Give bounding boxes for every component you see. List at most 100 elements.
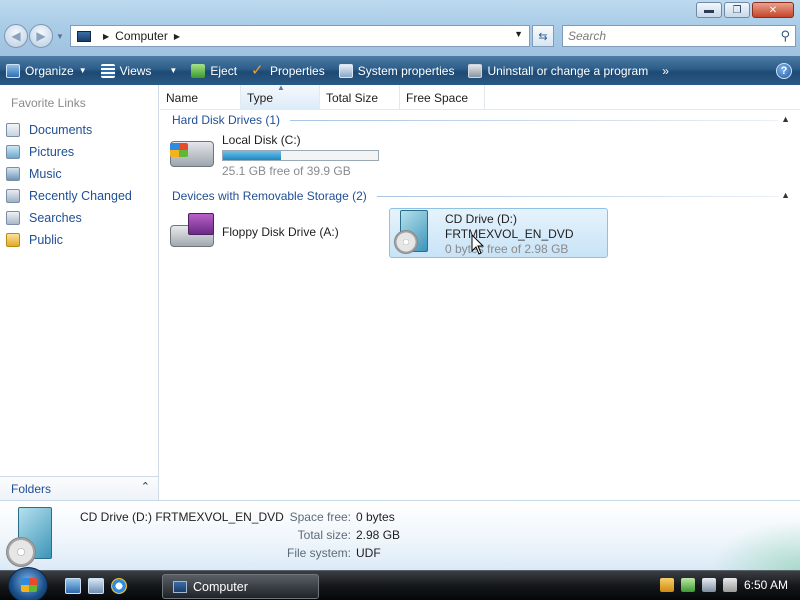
organize-label: Organize [25,63,74,78]
search-input[interactable]: Search ⚲ [562,25,796,47]
security-shield-icon[interactable] [659,578,674,592]
music-icon [6,167,20,181]
search-icon[interactable]: ⚲ [780,28,790,44]
group-header-hard-disk-drives[interactable]: Hard Disk Drives (1) ▲ [172,113,792,127]
uninstall-program-button[interactable]: Uninstall or change a program [468,63,649,78]
drive-free-space: 25.1 GB free of 39.9 GB [222,164,351,178]
details-pane: CD Drive (D:) FRTMEXVOL_EN_DVD Space fre… [0,500,800,570]
back-button[interactable]: ◀ [4,24,28,48]
navigation-pane: Favorite Links Documents Pictures Music … [0,85,159,500]
address-dropdown-icon[interactable]: ▼ [514,29,523,39]
public-folder-icon [6,233,20,247]
column-header-total-size[interactable]: Total Size [320,85,400,110]
group-header-removable-storage[interactable]: Devices with Removable Storage (2) ▲ [172,189,792,203]
search-placeholder: Search [568,29,607,43]
recently-changed-icon [6,189,20,203]
column-header-label: Name [166,90,199,105]
documents-icon [6,123,20,137]
property-value: UDF [356,546,381,560]
drive-cd-d[interactable]: CD Drive (D:) FRTMEXVOL_EN_DVD 0 bytes f… [389,208,608,258]
taskbar-button-label: Computer [193,579,248,594]
floppy-drive-icon [168,211,214,251]
drive-floppy-a[interactable]: Floppy Disk Drive (A:) [168,211,339,251]
favorite-links-title: Favorite Links [11,96,86,110]
drive-name: Floppy Disk Drive (A:) [222,225,339,239]
capacity-bar-fill [223,151,281,160]
breadcrumb-computer[interactable]: Computer [115,29,168,43]
views-icon [100,63,115,78]
windows-logo-icon [21,578,37,592]
address-bar[interactable]: ▶ Computer ▶ ▼ [70,25,530,47]
breadcrumb-arrow-icon[interactable]: ▶ [174,32,180,41]
system-properties-label: System properties [357,63,455,78]
minimize-button[interactable]: ▬ [696,2,722,18]
details-properties: Space free: 0 bytes Total size: 2.98 GB … [280,510,400,564]
folders-label: Folders [11,481,52,496]
system-properties-button[interactable]: System properties [338,63,455,78]
updates-icon[interactable] [680,578,695,592]
eject-button[interactable]: Eject [191,63,237,78]
cd-drive-icon [6,507,56,567]
views-button[interactable]: Views ▼ [100,63,178,78]
overflow-icon: » [662,63,669,78]
drive-local-disk-c[interactable]: Local Disk (C:) 25.1 GB free of 39.9 GB [168,133,379,178]
breadcrumb-arrow-icon[interactable]: ▶ [103,32,109,41]
favorite-link-label: Pictures [29,145,75,159]
system-properties-icon [338,63,353,78]
command-toolbar: Organize ▼ Views ▼ Eject ✓ Properties Sy… [0,56,800,85]
chevron-down-icon: ▼ [169,66,178,75]
favorite-link-recently-changed[interactable]: Recently Changed [6,185,132,207]
chevron-down-icon: ▼ [78,66,87,75]
uninstall-label: Uninstall or change a program [487,63,649,78]
show-desktop-icon[interactable] [65,578,81,594]
column-header-free-space[interactable]: Free Space [400,85,485,110]
computer-icon [173,580,187,593]
start-button[interactable] [8,567,48,600]
close-button[interactable]: ✕ [752,2,794,18]
group-divider [290,119,778,121]
favorite-links-list: Documents Pictures Music Recently Change… [6,119,132,251]
window-controls: ▬ ❐ ✕ [696,2,794,18]
capacity-bar [222,150,379,161]
properties-button[interactable]: ✓ Properties [251,61,325,79]
title-bar: ▬ ❐ ✕ ◀ ▶ ▼ ▶ Computer ▶ ▼ ⇆ Search ⚲ [0,0,800,56]
collapse-group-icon[interactable]: ▲ [781,190,790,200]
pictures-icon [6,145,20,159]
column-header-name[interactable]: Name [160,85,241,110]
property-value: 0 bytes [356,510,395,524]
switch-windows-icon[interactable] [88,578,104,594]
internet-explorer-icon[interactable] [111,578,127,594]
back-arrow-icon: ◀ [11,29,21,43]
maximize-button[interactable]: ❐ [724,2,750,18]
favorite-link-documents[interactable]: Documents [6,119,132,141]
help-icon[interactable]: ? [776,63,792,79]
refresh-icon: ⇆ [538,30,548,43]
favorite-link-searches[interactable]: Searches [6,207,132,229]
clock[interactable]: 6:50 AM [744,578,788,592]
folders-toggle[interactable]: Folders ⌃ [0,476,158,500]
favorite-link-music[interactable]: Music [6,163,132,185]
property-row: Space free: 0 bytes [280,510,400,528]
property-row: File system: UDF [280,546,400,564]
organize-icon [6,63,20,78]
favorite-link-public[interactable]: Public [6,229,132,251]
network-icon[interactable] [701,578,716,592]
column-header-type[interactable]: ▲ Type [241,83,320,110]
organize-button[interactable]: Organize ▼ [6,63,87,78]
toolbar-overflow-button[interactable]: » [662,64,669,78]
properties-icon: ✓ [251,61,264,79]
recent-pages-dropdown[interactable]: ▼ [56,32,64,41]
taskbar-button-computer[interactable]: Computer [162,574,319,599]
favorite-link-label: Searches [29,211,82,225]
column-header-label: Type [247,90,274,105]
property-label: Space free: [289,510,351,524]
navigation-buttons: ◀ ▶ ▼ [4,24,64,48]
favorite-link-pictures[interactable]: Pictures [6,141,132,163]
drive-free-space: 0 bytes free of 2.98 GB [445,242,569,256]
refresh-button[interactable]: ⇆ [532,25,554,47]
favorite-link-label: Documents [29,123,93,137]
decorative-swoosh [710,520,800,570]
volume-icon[interactable] [722,578,737,592]
collapse-group-icon[interactable]: ▲ [781,114,790,124]
forward-button[interactable]: ▶ [29,24,53,48]
